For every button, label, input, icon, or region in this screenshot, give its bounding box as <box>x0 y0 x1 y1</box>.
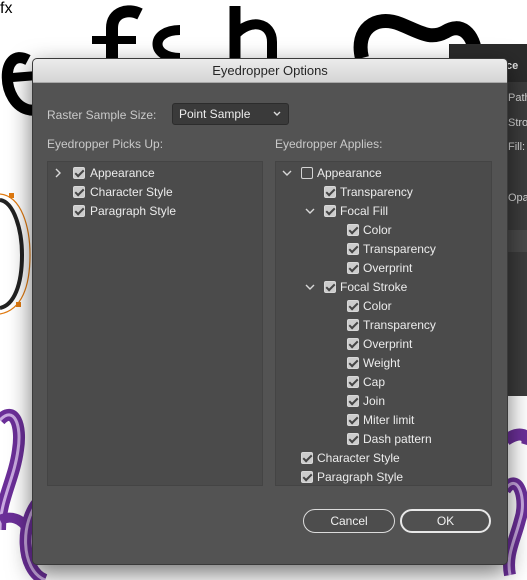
applies-item-transparency[interactable]: Transparency <box>276 183 491 202</box>
applies-fill-overprint-checkbox[interactable] <box>347 262 359 274</box>
applies-focal-stroke-checkbox[interactable] <box>324 281 336 293</box>
applies-stroke-color-label: Color <box>363 299 392 313</box>
applies-stroke-overprint-label: Overprint <box>363 337 413 351</box>
picks-up-item-character-style[interactable]: Character Style <box>48 183 262 202</box>
applies-paragraph-style-checkbox[interactable] <box>301 471 313 483</box>
applies-item-stroke-color[interactable]: Color <box>276 297 491 316</box>
eyedropper-options-dialog: Eyedropper Options Raster Sample Size: P… <box>32 58 508 565</box>
picks-up-character-style-label: Character Style <box>90 185 173 199</box>
picks-up-paragraph-style-label: Paragraph Style <box>90 204 177 218</box>
applies-appearance-checkbox[interactable] <box>301 167 313 179</box>
applies-fill-color-label: Color <box>363 223 392 237</box>
picks-up-label: Eyedropper Picks Up: <box>47 137 164 151</box>
raster-sample-size-label: Raster Sample Size: <box>47 108 157 122</box>
applies-item-fill-overprint[interactable]: Overprint <box>276 259 491 278</box>
applies-list: Appearance Transparency Focal Fill Color… <box>275 161 492 486</box>
applies-fill-overprint-label: Overprint <box>363 261 413 275</box>
applies-label: Eyedropper Applies: <box>275 137 383 151</box>
applies-miter-limit-label: Miter limit <box>363 413 415 427</box>
applies-item-focal-fill[interactable]: Focal Fill <box>276 202 491 221</box>
applies-item-cap[interactable]: Cap <box>276 373 491 392</box>
applies-focal-stroke-label: Focal Stroke <box>340 280 408 294</box>
dialog-title: Eyedropper Options <box>212 63 328 78</box>
applies-join-checkbox[interactable] <box>347 395 359 407</box>
cancel-button[interactable]: Cancel <box>303 509 395 533</box>
chevron-down-icon[interactable] <box>282 167 292 179</box>
applies-item-appearance[interactable]: Appearance <box>276 164 491 183</box>
picks-up-item-paragraph-style[interactable]: Paragraph Style <box>48 202 262 221</box>
applies-item-dash-pattern[interactable]: Dash pattern <box>276 430 491 449</box>
chevron-down-icon[interactable] <box>305 205 315 217</box>
applies-transparency-label: Transparency <box>340 185 413 199</box>
panel-fill-label: Fill: <box>508 141 526 153</box>
picks-up-item-appearance[interactable]: Appearance <box>48 164 262 183</box>
applies-cap-label: Cap <box>363 375 386 389</box>
ok-button[interactable]: OK <box>400 509 491 533</box>
applies-character-style-checkbox[interactable] <box>301 452 313 464</box>
applies-item-focal-stroke[interactable]: Focal Stroke <box>276 278 491 297</box>
picks-up-list: Appearance Character Style Paragraph Sty… <box>47 161 263 486</box>
applies-item-fill-transparency[interactable]: Transparency <box>276 240 491 259</box>
panel-path-label: Path <box>508 92 527 104</box>
chevron-down-icon[interactable] <box>305 281 315 293</box>
applies-focal-fill-label: Focal Fill <box>340 204 389 218</box>
picks-up-character-style-checkbox[interactable] <box>73 186 85 198</box>
picks-up-paragraph-style-checkbox[interactable] <box>73 205 85 217</box>
applies-fill-transparency-checkbox[interactable] <box>347 243 359 255</box>
applies-fill-color-checkbox[interactable] <box>347 224 359 236</box>
applies-weight-label: Weight <box>363 356 401 370</box>
applies-cap-checkbox[interactable] <box>347 376 359 388</box>
applies-stroke-color-checkbox[interactable] <box>347 300 359 312</box>
panel-opacity-label: Opac <box>508 192 527 204</box>
applies-focal-fill-checkbox[interactable] <box>324 205 336 217</box>
applies-item-paragraph-style[interactable]: Paragraph Style <box>276 468 491 487</box>
applies-item-stroke-transparency[interactable]: Transparency <box>276 316 491 335</box>
applies-join-label: Join <box>363 394 386 408</box>
panel-stroke-label: Strok <box>508 117 527 129</box>
applies-item-stroke-overprint[interactable]: Overprint <box>276 335 491 354</box>
applies-dash-pattern-checkbox[interactable] <box>347 433 359 445</box>
applies-item-join[interactable]: Join <box>276 392 491 411</box>
applies-fill-transparency-label: Transparency <box>363 242 436 256</box>
raster-sample-size-value: Point Sample <box>179 107 251 121</box>
panel-opacity-row <box>505 230 527 252</box>
raster-sample-size-select[interactable]: Point Sample <box>172 103 289 125</box>
applies-item-miter-limit[interactable]: Miter limit <box>276 411 491 430</box>
applies-item-weight[interactable]: Weight <box>276 354 491 373</box>
applies-stroke-transparency-label: Transparency <box>363 318 436 332</box>
dialog-titlebar: Eyedropper Options <box>33 59 507 83</box>
chevron-down-icon <box>273 111 281 116</box>
applies-character-style-label: Character Style <box>317 451 400 465</box>
applies-item-fill-color[interactable]: Color <box>276 221 491 240</box>
applies-dash-pattern-label: Dash pattern <box>363 432 432 446</box>
chevron-right-icon[interactable] <box>53 167 63 179</box>
applies-paragraph-style-label: Paragraph Style <box>317 470 404 484</box>
applies-stroke-overprint-checkbox[interactable] <box>347 338 359 350</box>
applies-item-character-style[interactable]: Character Style <box>276 449 491 468</box>
applies-stroke-transparency-checkbox[interactable] <box>347 319 359 331</box>
applies-appearance-label: Appearance <box>317 166 382 180</box>
picks-up-appearance-checkbox[interactable] <box>73 167 85 179</box>
picks-up-appearance-label: Appearance <box>90 166 155 180</box>
applies-transparency-checkbox[interactable] <box>324 186 336 198</box>
applies-weight-checkbox[interactable] <box>347 357 359 369</box>
applies-miter-limit-checkbox[interactable] <box>347 414 359 426</box>
